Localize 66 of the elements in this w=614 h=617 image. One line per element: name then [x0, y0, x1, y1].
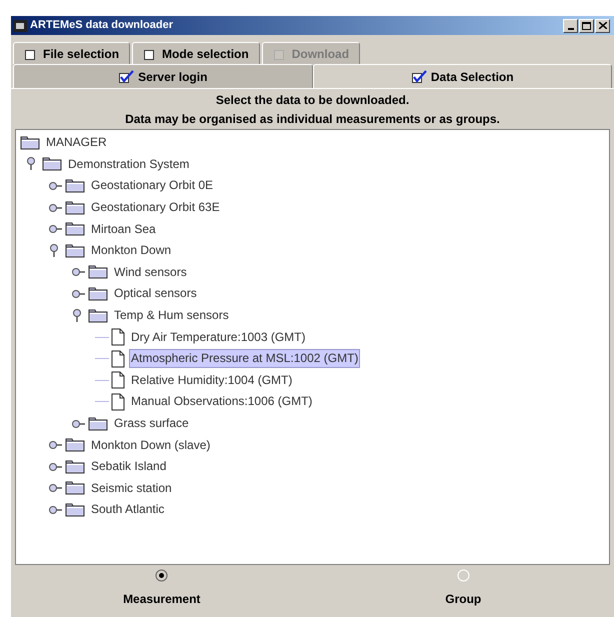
tree-item[interactable]: Geostationary Orbit 0E: [89, 176, 216, 196]
tree-item[interactable]: Dry Air Temperature:1003 (GMT): [129, 328, 308, 347]
tree-item[interactable]: Manual Observations:1006 (GMT): [129, 392, 314, 412]
folder-icon: [65, 178, 85, 193]
collapsed-handle-icon[interactable]: [72, 267, 86, 278]
folder-icon: [88, 308, 108, 323]
collapsed-handle-icon[interactable]: [49, 224, 63, 234]
expanded-handle-icon[interactable]: [72, 308, 82, 323]
app-icon: [13, 20, 27, 32]
instruction-text: Select the data to be downloaded.: [216, 92, 410, 109]
collapsed-handle-icon[interactable]: [49, 180, 63, 191]
folder-icon: [88, 286, 108, 301]
tree-item[interactable]: Sebatik Island: [89, 457, 168, 476]
document-icon: [111, 350, 125, 368]
folder-icon: [20, 136, 40, 150]
tab[interactable]: Mode selection: [132, 42, 260, 64]
tree-item[interactable]: Temp & Hum sensors: [112, 306, 231, 326]
tree-item[interactable]: Monkton Down: [89, 241, 174, 260]
tab[interactable]: Server login: [13, 64, 312, 88]
maximize-icon: [582, 22, 591, 30]
radio-label[interactable]: Measurement: [123, 590, 200, 608]
tree-item[interactable]: Seismic station: [89, 478, 174, 498]
collapsed-handle-icon[interactable]: [49, 440, 63, 450]
tree-item[interactable]: Optical sensors: [112, 284, 199, 304]
tree-item[interactable]: Demonstration System: [66, 154, 192, 174]
folder-icon: [88, 416, 108, 431]
tree-item[interactable]: Geostationary Orbit 63E: [89, 198, 222, 218]
minimize-icon: [568, 28, 574, 30]
radio-button[interactable]: [155, 569, 168, 582]
window-title: ARTEMeS data downloader: [30, 18, 174, 34]
collapsed-handle-icon[interactable]: [49, 483, 63, 494]
maximize-button[interactable]: [579, 18, 594, 32]
document-icon: [111, 328, 125, 346]
close-button[interactable]: [595, 18, 610, 32]
folder-icon: [65, 460, 85, 474]
expanded-handle-icon[interactable]: [26, 157, 36, 172]
collapsed-handle-icon[interactable]: [72, 288, 86, 299]
collapsed-handle-icon[interactable]: [72, 418, 86, 429]
tree-item[interactable]: Atmospheric Pressure at MSL:1002 (GMT): [129, 349, 360, 368]
folder-icon: [65, 244, 85, 258]
tree-item[interactable]: Relative Humidity:1004 (GMT): [129, 370, 294, 390]
tree-item[interactable]: Monkton Down (slave): [89, 436, 212, 455]
minimize-button[interactable]: [563, 18, 578, 32]
instruction-text: Data may be organised as individual measurements or as groups.: [125, 111, 500, 128]
folder-icon: [65, 502, 85, 517]
expanded-handle-icon[interactable]: [49, 244, 59, 258]
close-icon: [598, 22, 606, 29]
tree-item[interactable]: Mirtoan Sea: [89, 220, 158, 239]
tab[interactable]: File selection: [13, 42, 130, 64]
folder-icon: [65, 438, 85, 452]
folder-icon: [42, 157, 62, 172]
folder-icon: [65, 200, 85, 215]
collapsed-handle-icon[interactable]: [49, 504, 63, 515]
collapsed-handle-icon[interactable]: [49, 202, 63, 213]
folder-icon: [65, 481, 85, 496]
document-icon: [111, 371, 125, 390]
collapsed-handle-icon[interactable]: [49, 462, 63, 472]
radio-label[interactable]: Group: [445, 590, 482, 608]
document-icon: [111, 392, 125, 411]
folder-icon: [65, 222, 85, 236]
tree-item[interactable]: MANAGER: [44, 133, 109, 152]
tree-item[interactable]: South Atlantic: [89, 500, 166, 520]
tab[interactable]: Data Selection: [312, 64, 612, 88]
tree-item[interactable]: Wind sensors: [112, 262, 189, 282]
tree-item[interactable]: Grass surface: [112, 414, 191, 434]
folder-icon: [88, 265, 108, 280]
